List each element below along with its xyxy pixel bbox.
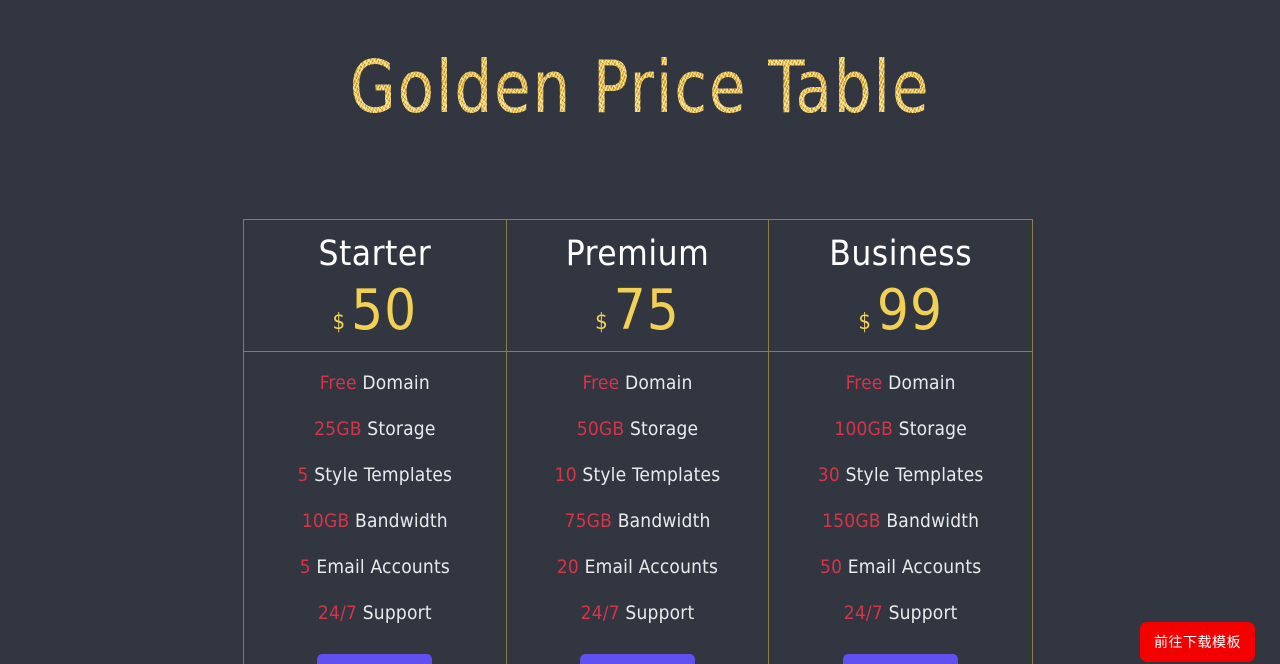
- feature-item: 25GB Storage: [314, 420, 435, 439]
- feature-label: Domain: [625, 372, 693, 394]
- feature-value: 25GB: [314, 418, 362, 440]
- feature-item: 20 Email Accounts: [557, 558, 718, 577]
- feature-label: Email Accounts: [316, 556, 450, 578]
- plan-column-starter: Starter $ 50 Free Domain 25GB Storage 5 …: [244, 220, 507, 664]
- plan-column-premium: Premium $ 75 Free Domain 50GB Storage 10…: [506, 220, 770, 664]
- page-title: Golden Price Table: [51, 46, 1229, 129]
- feature-item: 100GB Storage: [834, 420, 967, 439]
- feature-item: 24/7 Support: [318, 604, 432, 623]
- price-amount: 50: [351, 278, 418, 344]
- feature-value: 24/7: [843, 602, 883, 624]
- feature-label: Support: [625, 602, 695, 624]
- plan-name: Premium: [565, 234, 710, 274]
- feature-item: 50 Email Accounts: [820, 558, 981, 577]
- feature-item: 10GB Bandwidth: [302, 512, 448, 531]
- feature-value: 24/7: [317, 602, 358, 624]
- feature-label: Domain: [362, 372, 430, 394]
- feature-item: 150GB Bandwidth: [822, 512, 979, 531]
- price-amount: 75: [613, 278, 680, 344]
- feature-value: Free: [845, 372, 883, 394]
- plan-name: Starter: [318, 234, 432, 274]
- feature-value: 5: [299, 556, 311, 578]
- feature-item: Free Domain: [582, 374, 692, 393]
- feature-label: Storage: [629, 418, 699, 440]
- feature-value: 75GB: [564, 510, 613, 532]
- currency-symbol: $: [332, 310, 346, 336]
- plan-features: Free Domain 50GB Storage 10 Style Templa…: [507, 352, 769, 664]
- feature-label: Style Templates: [582, 464, 721, 486]
- feature-label: Bandwidth: [617, 510, 711, 532]
- feature-label: Storage: [367, 418, 436, 440]
- plan-price: $ 99: [858, 283, 943, 339]
- feature-item: 30 Style Templates: [818, 466, 984, 485]
- feature-item: 50GB Storage: [577, 420, 698, 439]
- feature-value: 100GB: [834, 418, 893, 440]
- feature-label: Support: [362, 602, 432, 624]
- feature-value: 10GB: [301, 510, 350, 532]
- currency-symbol: $: [595, 310, 608, 336]
- feature-value: 5: [297, 464, 309, 486]
- feature-value: 30: [817, 464, 840, 486]
- feature-label: Style Templates: [314, 464, 453, 486]
- feature-value: Free: [582, 372, 620, 394]
- plan-name: Business: [829, 234, 973, 274]
- feature-value: 24/7: [580, 602, 620, 624]
- feature-value: 50GB: [576, 418, 625, 440]
- feature-label: Domain: [888, 372, 956, 394]
- feature-item: 10 Style Templates: [555, 466, 721, 485]
- feature-value: Free: [319, 372, 357, 394]
- plan-price: $ 75: [595, 283, 680, 339]
- feature-label: Bandwidth: [355, 510, 448, 532]
- plan-price: $ 50: [332, 283, 417, 339]
- feature-item: 24/7 Support: [581, 604, 695, 623]
- feature-item: 5 Email Accounts: [300, 558, 450, 577]
- plan-header: Starter $ 50: [244, 220, 506, 352]
- feature-label: Bandwidth: [886, 510, 980, 532]
- feature-value: 10: [554, 464, 577, 486]
- pricing-table: Starter $ 50 Free Domain 25GB Storage 5 …: [243, 219, 1033, 664]
- signup-button-business[interactable]: Sign Up: [843, 654, 959, 664]
- plan-features: Free Domain 100GB Storage 30 Style Templ…: [769, 352, 1032, 664]
- feature-item: 75GB Bandwidth: [565, 512, 711, 531]
- price-amount: 99: [876, 278, 944, 344]
- feature-value: 20: [556, 556, 579, 578]
- feature-label: Email Accounts: [847, 556, 982, 578]
- feature-item: 5 Style Templates: [298, 466, 453, 485]
- feature-value: 50: [820, 556, 843, 578]
- feature-label: Storage: [898, 418, 967, 440]
- signup-button-starter[interactable]: Sign Up: [317, 654, 433, 664]
- plan-column-business: Business $ 99 Free Domain 100GB Storage …: [769, 220, 1032, 664]
- plan-features: Free Domain 25GB Storage 5 Style Templat…: [244, 352, 506, 664]
- feature-label: Style Templates: [845, 464, 984, 486]
- download-template-button[interactable]: 前往下载模板: [1140, 622, 1255, 662]
- feature-label: Support: [888, 602, 958, 624]
- feature-item: Free Domain: [846, 374, 956, 393]
- currency-symbol: $: [858, 310, 871, 336]
- plan-header: Business $ 99: [769, 220, 1032, 352]
- signup-button-premium[interactable]: Sign Up: [580, 654, 696, 664]
- plan-header: Premium $ 75: [506, 220, 769, 352]
- feature-item: Free Domain: [320, 374, 430, 393]
- feature-item: 24/7 Support: [844, 604, 958, 623]
- feature-label: Email Accounts: [584, 556, 719, 578]
- feature-value: 150GB: [822, 510, 881, 532]
